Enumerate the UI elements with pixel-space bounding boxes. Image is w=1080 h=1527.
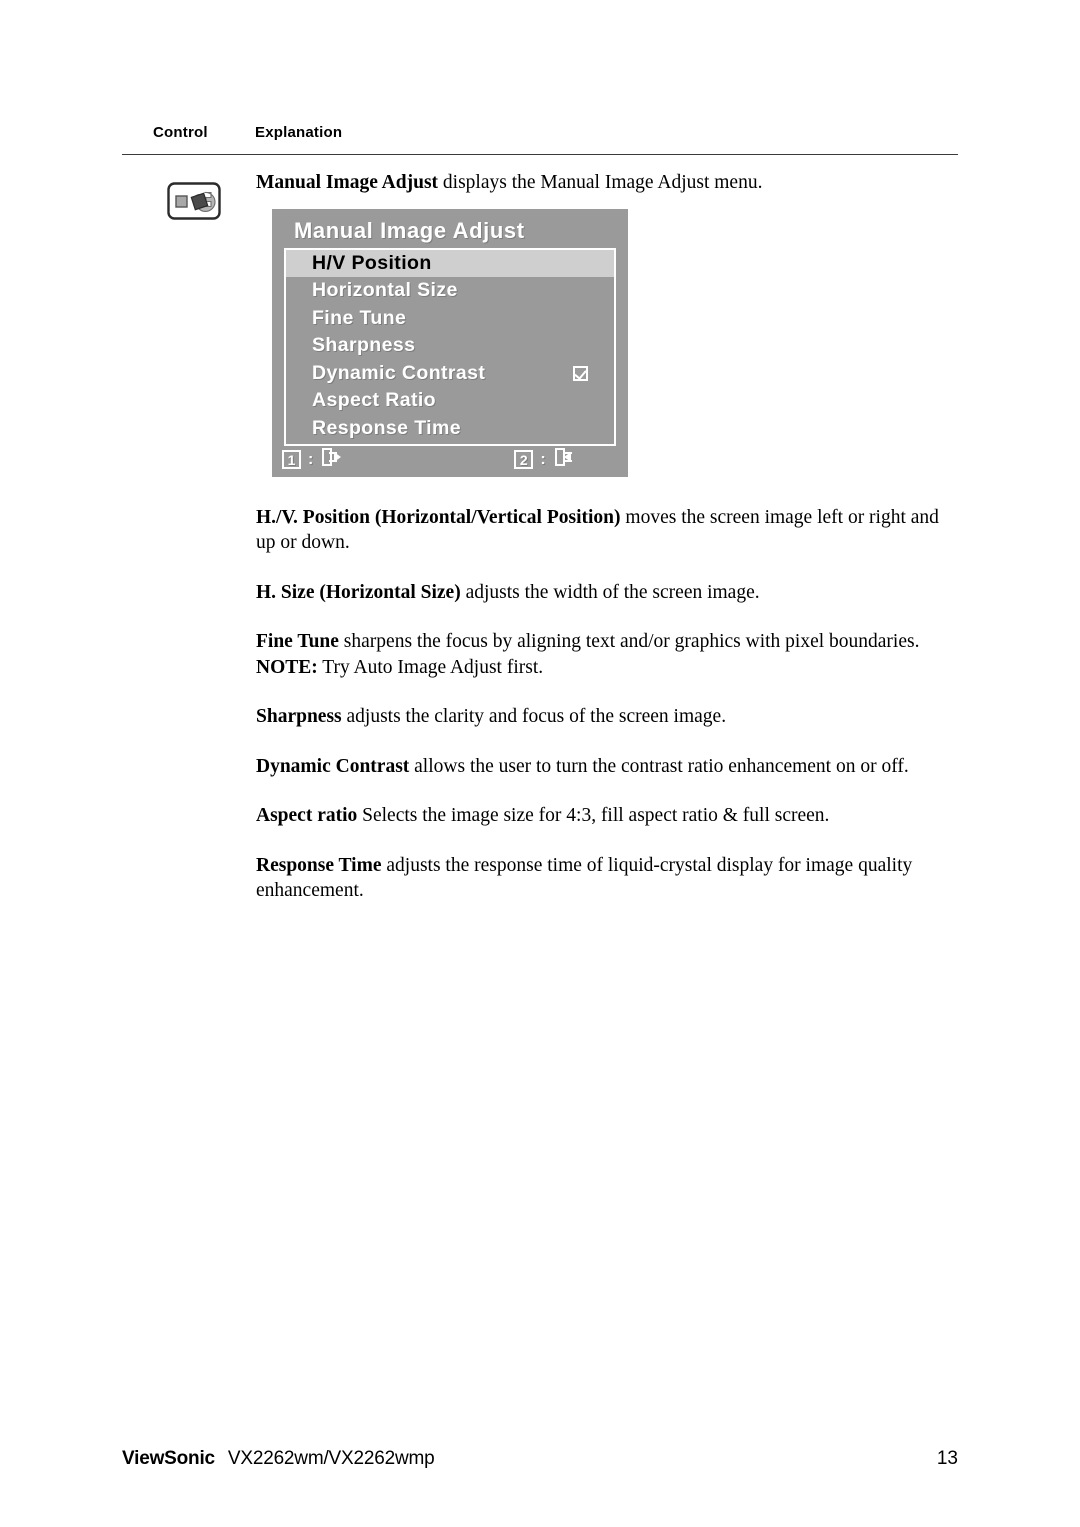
osd-menu-list: H/V Position Horizontal Size Fine Tune S… bbox=[284, 247, 616, 446]
osd-item-fine-tune[interactable]: Fine Tune bbox=[286, 305, 614, 333]
paragraph-sharpness: Sharpness adjusts the clarity and focus … bbox=[256, 704, 962, 730]
paragraph-aspect-ratio: Aspect ratio Selects the image size for … bbox=[256, 803, 962, 829]
osd-hint-exit: 1 : bbox=[282, 447, 342, 472]
column-header-explanation: Explanation bbox=[255, 124, 343, 141]
paragraph-h-size: H. Size (Horizontal Size) adjusts the wi… bbox=[256, 580, 962, 606]
osd-item-aspect-ratio[interactable]: Aspect Ratio bbox=[286, 387, 614, 415]
paragraph-note: NOTE: Try Auto Image Adjust first. bbox=[256, 655, 962, 681]
footer-model: VX2262wm/VX2262wmp bbox=[227, 1448, 435, 1469]
paragraph-term: H. Size (Horizontal Size) bbox=[256, 581, 461, 603]
osd-item-label: Horizontal Size bbox=[312, 279, 458, 302]
osd-item-horizontal-size[interactable]: Horizontal Size bbox=[286, 277, 614, 305]
osd-key-2: 2 bbox=[514, 450, 534, 469]
osd-item-label: Sharpness bbox=[312, 334, 416, 357]
osd-item-label: Aspect Ratio bbox=[312, 389, 436, 412]
page-footer: ViewSonic VX2262wm/VX2262wmp 13 bbox=[122, 1448, 958, 1470]
osd-hint-separator: : bbox=[308, 450, 314, 468]
paragraph-term: Response Time bbox=[256, 854, 382, 876]
paragraph-text: allows the user to turn the contrast rat… bbox=[409, 755, 909, 777]
paragraph-response-time: Response Time adjusts the response time … bbox=[256, 853, 962, 904]
osd-item-h-v-position[interactable]: H/V Position bbox=[286, 249, 614, 277]
checkbox-checked-icon[interactable] bbox=[573, 365, 588, 381]
paragraph-text: displays the Manual Image Adjust menu. bbox=[438, 172, 763, 193]
osd-hint-separator: : bbox=[540, 450, 546, 468]
osd-title: Manual Image Adjust bbox=[294, 217, 525, 243]
paragraph-hv-position: H./V. Position (Horizontal/Vertical Posi… bbox=[256, 505, 962, 556]
paragraph-text: sharpens the focus by aligning text and/… bbox=[338, 631, 920, 652]
osd-item-response-time[interactable]: Response Time bbox=[286, 415, 614, 443]
header-divider bbox=[122, 154, 958, 155]
osd-hint-bar: 1 : 2 : bbox=[282, 447, 618, 473]
paragraph-term: NOTE: bbox=[256, 656, 318, 678]
osd-item-label: Response Time bbox=[312, 416, 461, 439]
paragraph-manual-image-adjust: Manual Image Adjust displays the Manual … bbox=[256, 170, 962, 196]
osd-item-sharpness[interactable]: Sharpness bbox=[286, 332, 614, 360]
enter-door-arrow-in-icon bbox=[553, 447, 575, 472]
paragraph-term: Aspect ratio bbox=[256, 805, 358, 826]
explanation-column: Manual Image Adjust displays the Manual … bbox=[256, 170, 962, 904]
osd-item-label: Dynamic Contrast bbox=[312, 361, 486, 384]
paragraph-term: Fine Tune bbox=[256, 631, 339, 652]
osd-item-label: Fine Tune bbox=[312, 306, 407, 329]
osd-manual-image-adjust-menu: Manual Image Adjust H/V Position Horizon… bbox=[272, 208, 628, 477]
column-header-control: Control bbox=[153, 124, 208, 141]
footer-brand: ViewSonic bbox=[122, 1448, 215, 1469]
paragraph-term: H./V. Position (Horizontal/Vertical Posi… bbox=[256, 506, 621, 528]
paragraph-term: Dynamic Contrast bbox=[256, 755, 410, 777]
exit-door-arrow-out-icon bbox=[320, 447, 342, 472]
paragraph-text: Selects the image size for 4:3, fill asp… bbox=[357, 805, 830, 826]
manual-image-adjust-wrench-icon bbox=[167, 182, 221, 220]
page-number: 13 bbox=[936, 1448, 958, 1469]
paragraph-fine-tune: Fine Tune sharpens the focus by aligning… bbox=[256, 629, 962, 655]
paragraph-term: Sharpness bbox=[256, 706, 342, 727]
paragraph-text: adjusts the width of the screen image. bbox=[460, 581, 760, 603]
osd-item-label: H/V Position bbox=[312, 251, 432, 274]
osd-item-dynamic-contrast[interactable]: Dynamic Contrast bbox=[286, 360, 614, 388]
osd-hint-enter: 2 : bbox=[514, 447, 574, 472]
paragraph-dynamic-contrast: Dynamic Contrast allows the user to turn… bbox=[256, 754, 962, 780]
paragraph-term: Manual Image Adjust bbox=[256, 172, 439, 193]
paragraph-text: adjusts the clarity and focus of the scr… bbox=[341, 706, 727, 727]
osd-key-1: 1 bbox=[282, 450, 301, 469]
paragraph-text: Try Auto Image Adjust first. bbox=[317, 656, 544, 678]
